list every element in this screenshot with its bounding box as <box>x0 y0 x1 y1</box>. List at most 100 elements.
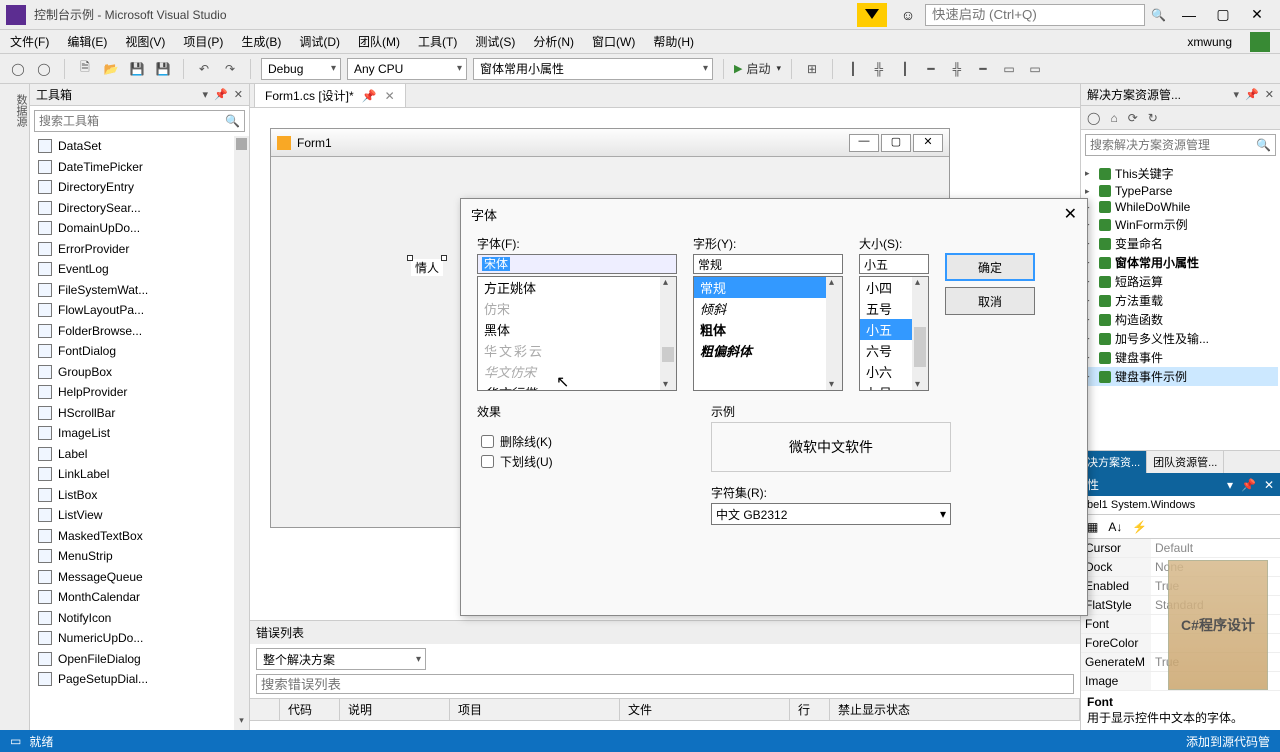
toolbox-item[interactable]: ErrorProvider <box>30 239 249 260</box>
search-icon[interactable]: 🔍 <box>1151 8 1166 22</box>
toolbox-item[interactable]: DirectorySear... <box>30 198 249 219</box>
save-all-icon[interactable]: 💾 <box>153 59 173 79</box>
toolbox-item[interactable]: ImageList <box>30 423 249 444</box>
layout-7-icon[interactable]: ▭ <box>999 59 1019 79</box>
menu-analyze[interactable]: 分析(N) <box>533 33 574 50</box>
property-object[interactable]: bel1 System.Windows <box>1081 496 1280 515</box>
form-close-button[interactable]: ✕ <box>913 134 943 152</box>
toolbox-item[interactable]: FileSystemWat... <box>30 280 249 301</box>
layout-5-icon[interactable]: ╬ <box>947 59 967 79</box>
layout-8-icon[interactable]: ▭ <box>1025 59 1045 79</box>
config-dropdown[interactable]: Debug <box>261 58 341 80</box>
toolbox-item[interactable]: FolderBrowse... <box>30 321 249 342</box>
font-input[interactable]: 宋体 <box>477 254 677 274</box>
sol-refresh-icon[interactable]: ↻ <box>1148 111 1158 125</box>
toolbox-dropdown-icon[interactable]: ▾ <box>203 88 209 101</box>
align-icon[interactable]: ⊞ <box>802 59 822 79</box>
feedback-icon[interactable]: ☺ <box>891 4 925 26</box>
layout-4-icon[interactable]: ━ <box>921 59 941 79</box>
cancel-button[interactable]: 取消 <box>945 287 1035 315</box>
left-tool-strip[interactable]: 数据源 <box>0 84 30 730</box>
search-icon[interactable]: 🔍 <box>225 114 240 128</box>
tab-close-icon[interactable]: ✕ <box>385 89 395 103</box>
scroll-down-icon[interactable]: ▾ <box>234 715 249 730</box>
toolbox-scrollbar[interactable] <box>234 136 249 730</box>
tree-item[interactable]: ▸变量命名 <box>1083 234 1278 253</box>
dialog-close-button[interactable]: ✕ <box>1064 204 1077 224</box>
error-search-input[interactable] <box>256 674 1074 694</box>
sol-back-icon[interactable]: ◯ <box>1087 111 1100 125</box>
layout-1-icon[interactable]: ┃ <box>843 59 863 79</box>
prop-alpha-icon[interactable]: A↓ <box>1108 520 1122 534</box>
status-right[interactable]: 添加到源代码管 <box>1186 733 1270 750</box>
extra-dropdown[interactable]: 窗体常用小属性 <box>473 58 713 80</box>
save-icon[interactable]: 💾 <box>127 59 147 79</box>
layout-3-icon[interactable]: ┃ <box>895 59 915 79</box>
tree-item[interactable]: ▸TypeParse <box>1083 183 1278 199</box>
toolbox-item[interactable]: MaskedTextBox <box>30 526 249 547</box>
style-input[interactable] <box>693 254 843 274</box>
sol-home-icon[interactable]: ⌂ <box>1110 111 1117 125</box>
menu-build[interactable]: 生成(B) <box>241 33 281 50</box>
menu-project[interactable]: 项目(P) <box>183 33 223 50</box>
sol-pin-icon[interactable]: 📌 <box>1245 88 1259 101</box>
solution-tab[interactable]: 决方案资... <box>1081 451 1147 473</box>
nav-back-icon[interactable]: ◯ <box>8 59 28 79</box>
toolbox-item[interactable]: DataSet <box>30 136 249 157</box>
new-icon[interactable]: 🗎 <box>75 59 95 79</box>
notification-icon[interactable] <box>857 3 887 27</box>
size-list[interactable]: 小四 五号 小五 六号 小六 七号 八号 <box>859 276 929 391</box>
prop-events-icon[interactable]: ⚡ <box>1132 520 1147 534</box>
start-button[interactable]: 启动▾ <box>734 60 781 77</box>
prop-close-icon[interactable]: ✕ <box>1264 478 1274 492</box>
menu-team[interactable]: 团队(M) <box>358 33 400 50</box>
tree-item[interactable]: ▸WhileDoWhile <box>1083 199 1278 215</box>
user-name[interactable]: xmwung <box>1187 35 1232 49</box>
tree-item[interactable]: ▸This关键字 <box>1083 164 1278 183</box>
error-scope-dropdown[interactable]: 整个解决方案 <box>256 648 426 670</box>
strikeout-checkbox[interactable]: 删除线(K) <box>481 433 683 450</box>
prop-dropdown-icon[interactable]: ▾ <box>1227 478 1233 492</box>
menu-tools[interactable]: 工具(T) <box>418 33 457 50</box>
form-label-control[interactable]: 情人 <box>411 259 443 276</box>
toolbox-item[interactable]: DateTimePicker <box>30 157 249 178</box>
property-row[interactable]: CursorDefault <box>1081 539 1280 558</box>
toolbox-item[interactable]: Label <box>30 444 249 465</box>
font-list-scrollbar[interactable] <box>660 277 676 390</box>
toolbox-item[interactable]: MessageQueue <box>30 567 249 588</box>
prop-pin-icon[interactable]: 📌 <box>1241 478 1256 492</box>
toolbox-item[interactable]: MenuStrip <box>30 546 249 567</box>
toolbox-item[interactable]: OpenFileDialog <box>30 649 249 670</box>
form-minimize-button[interactable]: — <box>849 134 879 152</box>
toolbox-item[interactable]: DomainUpDo... <box>30 218 249 239</box>
tab-pin-icon[interactable]: 📌 <box>362 89 377 103</box>
font-list[interactable]: 方正姚体 仿宋 黑体 华文彩云 华文仿宋 华文行楷 华文琥珀 <box>477 276 677 391</box>
nav-forward-icon[interactable]: ◯ <box>34 59 54 79</box>
style-list[interactable]: 常规 倾斜 粗体 粗偏斜体 <box>693 276 843 391</box>
solution-search[interactable]: 🔍 <box>1085 134 1276 156</box>
toolbox-item[interactable]: NotifyIcon <box>30 608 249 629</box>
team-explorer-tab[interactable]: 团队资源管... <box>1147 451 1224 473</box>
toolbox-item[interactable]: GroupBox <box>30 362 249 383</box>
minimize-button[interactable]: — <box>1172 4 1206 26</box>
ok-button[interactable]: 确定 <box>945 253 1035 281</box>
sol-close-icon[interactable]: ✕ <box>1265 88 1274 101</box>
size-list-scrollbar[interactable] <box>912 277 928 390</box>
toolbox-item[interactable]: HScrollBar <box>30 403 249 424</box>
toolbox-item[interactable]: DirectoryEntry <box>30 177 249 198</box>
prop-categorized-icon[interactable]: ▦ <box>1087 520 1098 534</box>
toolbox-pin-icon[interactable]: 📌 <box>214 88 228 101</box>
toolbox-item[interactable]: EventLog <box>30 259 249 280</box>
toolbox-search-input[interactable] <box>39 114 225 128</box>
platform-dropdown[interactable]: Any CPU <box>347 58 467 80</box>
open-icon[interactable]: 📂 <box>101 59 121 79</box>
underline-checkbox[interactable]: 下划线(U) <box>481 453 683 470</box>
menu-file[interactable]: 文件(F) <box>10 33 49 50</box>
search-icon[interactable]: 🔍 <box>1256 138 1271 152</box>
tree-item[interactable]: ▸WinForm示例 <box>1083 215 1278 234</box>
toolbox-search[interactable]: 🔍 <box>34 110 245 132</box>
charset-dropdown[interactable]: 中文 GB2312▾ <box>711 503 951 525</box>
toolbox-item[interactable]: NumericUpDo... <box>30 628 249 649</box>
toolbox-item[interactable]: ListBox <box>30 485 249 506</box>
menu-test[interactable]: 测试(S) <box>475 33 515 50</box>
